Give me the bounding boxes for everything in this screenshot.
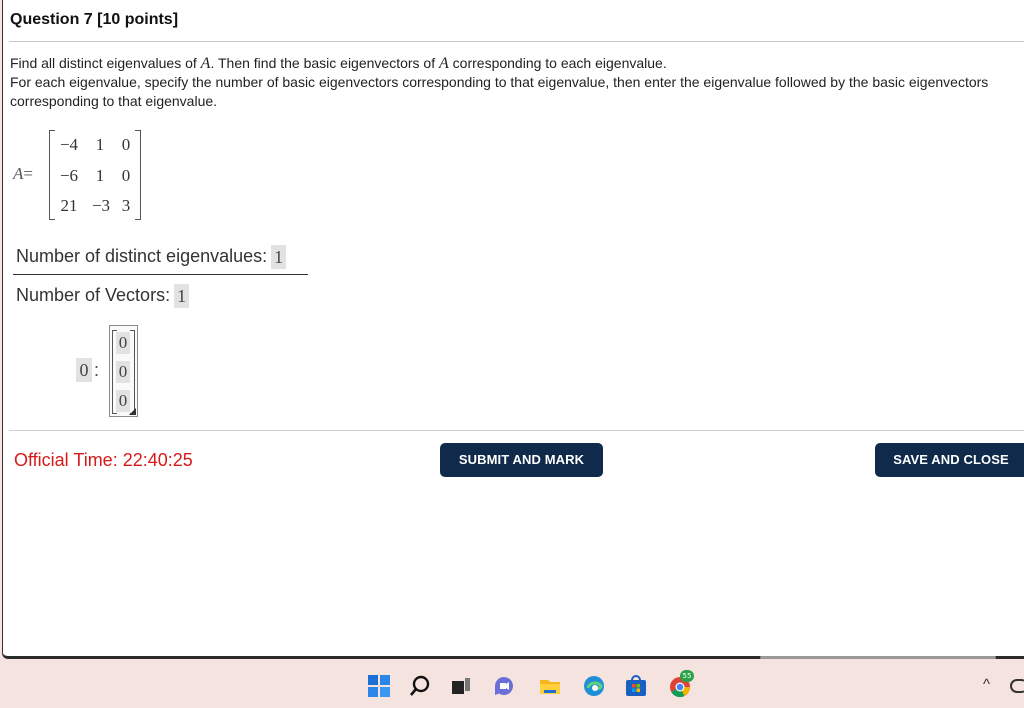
colon: :	[94, 360, 100, 380]
matrix-cell: 1	[95, 166, 105, 185]
matrix-cell: −4	[59, 135, 79, 154]
task-view-icon[interactable]	[449, 674, 473, 698]
search-icon[interactable]	[408, 674, 432, 698]
eigenvector-entry: 0 : 0 0 0	[73, 323, 153, 418]
distinct-eigenvalues-row: Number of distinct eigenvalues: 1	[16, 245, 287, 269]
distinct-eigenvalues-input[interactable]: 1	[271, 245, 287, 269]
notification-badge: 55	[680, 670, 694, 682]
windows-start-icon[interactable]	[367, 674, 391, 698]
matrix-cell: −3	[91, 196, 111, 215]
instruction-text: corresponding to each eigenvalue.	[448, 55, 667, 71]
instruction-line-2: For each eigenvalue, specify the number …	[10, 74, 989, 109]
distinct-eigenvalues-label: Number of distinct eigenvalues:	[16, 245, 268, 266]
matrix-cell: 0	[121, 135, 131, 154]
question-instructions: Find all distinct eigenvalues of A. Then…	[10, 54, 1015, 111]
official-timer: Official Time: 22:40:25	[14, 450, 193, 470]
divider	[9, 430, 1024, 431]
eigenvector-component-input[interactable]: 0	[116, 390, 130, 412]
question-title: Question 7 [10 points]	[10, 11, 179, 28]
question-page: Question 7 [10 points] Find all distinct…	[2, 0, 1024, 659]
edge-browser-icon[interactable]	[582, 674, 606, 698]
field-underline	[13, 274, 308, 275]
instruction-text: . Then find the basic eigenvectors of	[210, 55, 439, 71]
equals-sign: =	[23, 164, 33, 183]
matrix-variable: A	[200, 55, 211, 72]
eigenvector-component-input[interactable]: 0	[116, 332, 130, 354]
tray-icon[interactable]	[1010, 679, 1024, 693]
matrix-cell: 3	[121, 196, 131, 215]
matrix-cell: 0	[121, 166, 131, 185]
vectors-count-row: Number of Vectors: 1	[16, 284, 190, 308]
matrix-right-bracket	[135, 130, 141, 220]
matrix-label: A=	[13, 164, 33, 184]
matrix-cell: 21	[60, 196, 78, 215]
vector-right-bracket	[130, 330, 135, 414]
save-and-close-button[interactable]: SAVE AND CLOSE	[875, 443, 1024, 477]
horizontal-scrollbar[interactable]	[760, 656, 996, 659]
instruction-line-1: Find all distinct eigenvalues of A. Then…	[10, 54, 1015, 73]
matrix-name: A	[13, 164, 24, 183]
matrix-cell: 1	[95, 135, 105, 154]
submit-and-mark-button[interactable]: SUBMIT AND MARK	[440, 443, 603, 477]
eigenvalue-input[interactable]: 0	[76, 358, 92, 382]
chevron-up-icon[interactable]: ^	[983, 676, 990, 693]
matrix-variable: A	[439, 55, 449, 72]
divider	[9, 41, 1024, 42]
vectors-count-input[interactable]: 1	[174, 284, 190, 308]
eigenvector-component-input[interactable]: 0	[116, 361, 130, 383]
instruction-text: Find all distinct eigenvalues of	[10, 55, 201, 71]
resize-handle-icon[interactable]	[129, 408, 136, 415]
microsoft-store-icon[interactable]	[624, 674, 648, 698]
matrix-cell: −6	[59, 166, 79, 185]
eigenvector-matrix-editor[interactable]: 0 0 0	[109, 325, 138, 417]
vectors-count-label: Number of Vectors:	[16, 284, 171, 305]
teams-chat-icon[interactable]	[492, 674, 516, 698]
file-explorer-icon[interactable]	[538, 674, 562, 698]
